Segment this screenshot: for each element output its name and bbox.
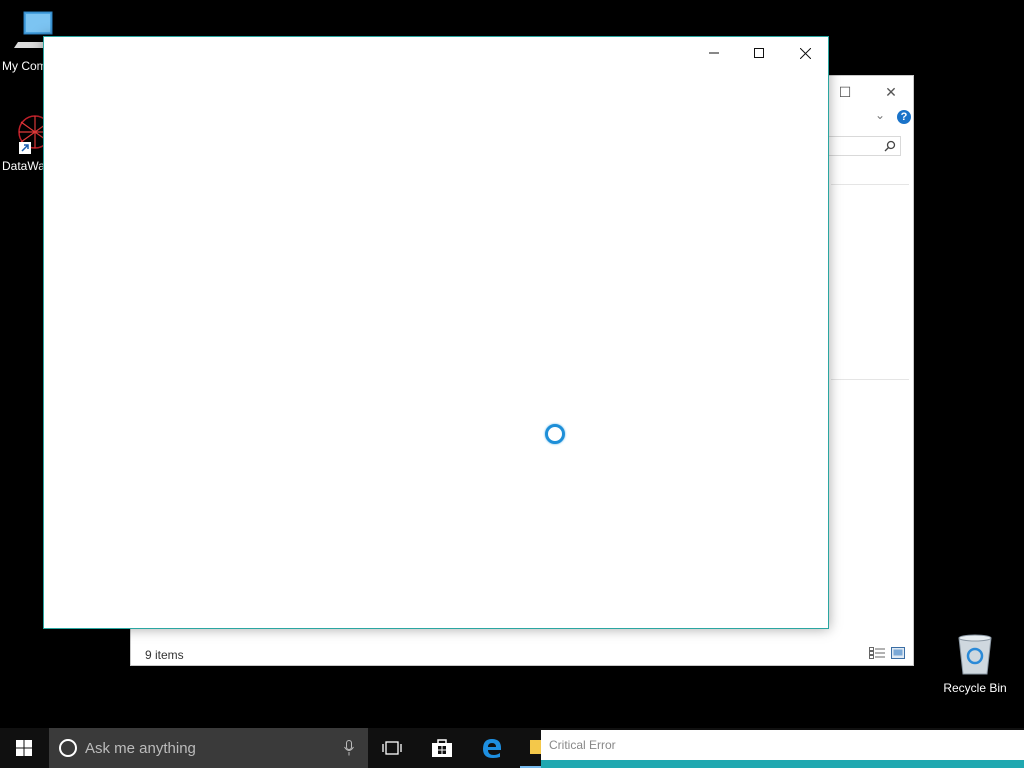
details-view-icon[interactable]: [869, 647, 885, 659]
store-button[interactable]: [420, 728, 464, 768]
chevron-down-icon[interactable]: ⌄: [875, 108, 885, 122]
folder-icon: [530, 740, 541, 754]
file-explorer-taskbar-button[interactable]: [520, 728, 542, 768]
search-icon: [884, 140, 896, 152]
windows-logo-icon: [16, 740, 32, 756]
start-button[interactable]: [0, 728, 48, 768]
app-window: [43, 36, 829, 629]
desktop-icon-label: Recycle Bin: [943, 681, 1007, 695]
maximize-icon: [754, 48, 764, 58]
recycle-bin-icon: [958, 634, 992, 675]
edge-browser-button[interactable]: [470, 728, 514, 768]
notification-title: Critical Error: [549, 738, 616, 752]
minimize-icon: [709, 52, 719, 54]
edge-icon: [483, 739, 501, 758]
task-view-icon: [382, 741, 402, 755]
critical-error-notification[interactable]: Critical Error: [541, 730, 1024, 768]
status-bar-item-count: 9 items: [145, 648, 184, 662]
close-button[interactable]: ✕: [881, 82, 901, 102]
desktop-icon-recycle-bin[interactable]: Recycle Bin: [941, 632, 1009, 695]
loading-spinner-icon: [545, 424, 565, 444]
help-icon[interactable]: ?: [897, 110, 911, 124]
microphone-icon[interactable]: [344, 740, 354, 756]
cortana-icon: [59, 739, 77, 757]
maximize-button[interactable]: [737, 41, 781, 65]
store-icon: [432, 739, 452, 757]
task-view-button[interactable]: [370, 728, 414, 768]
large-icons-view-icon[interactable]: [891, 647, 905, 659]
minimize-button[interactable]: [692, 41, 736, 65]
close-button[interactable]: [783, 41, 827, 65]
divider: [831, 379, 909, 380]
search-field[interactable]: [821, 136, 901, 156]
maximize-button[interactable]: ☐: [835, 82, 855, 102]
close-icon: [799, 47, 811, 59]
divider: [831, 184, 909, 185]
taskbar-search-box[interactable]: Ask me anything: [49, 728, 368, 768]
search-placeholder: Ask me anything: [85, 739, 196, 757]
